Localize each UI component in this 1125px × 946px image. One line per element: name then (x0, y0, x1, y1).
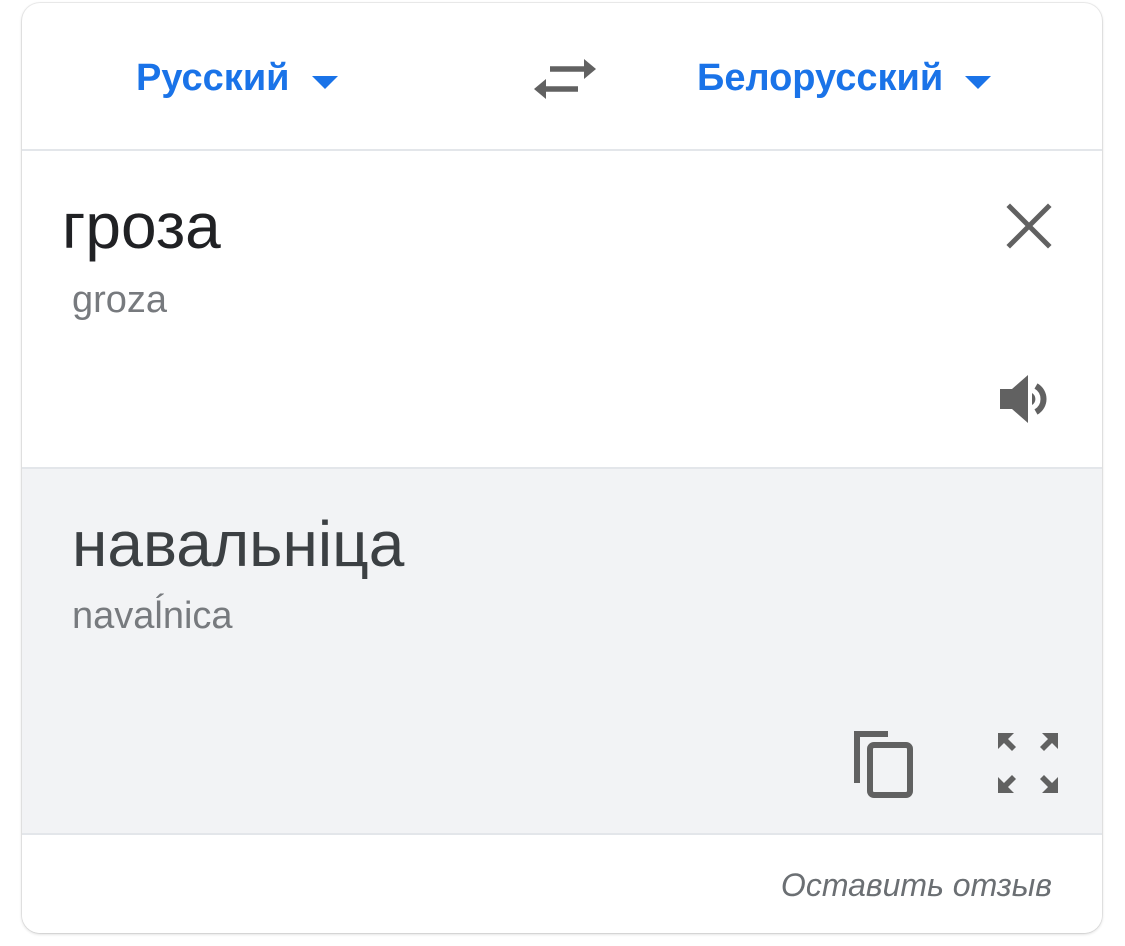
card-footer: Оставить отзыв (22, 835, 1102, 933)
source-text[interactable]: гроза (62, 191, 221, 261)
copy-icon (854, 731, 913, 798)
translation-transliteration: navaĺnica (72, 595, 233, 637)
copy-translation-button[interactable] (848, 725, 918, 801)
feedback-link[interactable]: Оставить отзыв (781, 867, 1052, 904)
target-language-selector[interactable]: Белорусский (697, 53, 992, 103)
fullscreen-icon (998, 733, 1058, 793)
target-language-label: Белорусский (697, 56, 944, 99)
target-dropdown-caret-icon (965, 75, 992, 89)
clear-button[interactable] (1004, 201, 1054, 251)
close-icon (1006, 203, 1052, 249)
source-language-label: Русский (136, 56, 290, 99)
translation-panel: навальніца navaĺnica (22, 469, 1102, 835)
listen-source-button[interactable] (996, 369, 1062, 429)
translate-card: Русский Белорусский гроза groza навальні… (22, 3, 1102, 933)
swap-arrows-icon (534, 59, 596, 99)
speaker-icon (1000, 375, 1047, 423)
source-dropdown-caret-icon (311, 75, 338, 89)
source-transliteration: groza (72, 279, 168, 321)
translation-text: навальніца (72, 508, 405, 580)
swap-languages-button[interactable] (532, 51, 596, 107)
language-bar: Русский Белорусский (22, 3, 1102, 151)
source-panel[interactable]: гроза groza (22, 151, 1102, 469)
fullscreen-button[interactable] (996, 731, 1060, 795)
source-language-selector[interactable]: Русский (136, 53, 338, 103)
